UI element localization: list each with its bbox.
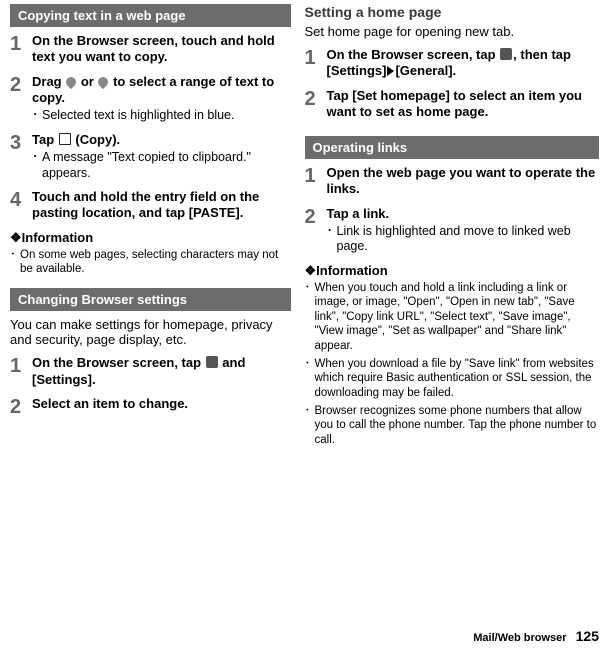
bullet: ･Link is highlighted and move to linked … [327, 224, 600, 255]
step-title: Tap [Set homepage] to select an item you… [327, 88, 600, 121]
info-bullet: ･When you download a file by "Save link"… [305, 357, 600, 400]
step-number: 1 [305, 165, 327, 198]
step-title: Tap (Copy). [32, 132, 291, 148]
step: 1 On the Browser screen, touch and hold … [10, 33, 291, 66]
step-title: Drag or to select a range of text to cop… [32, 74, 291, 107]
bullet-text: Link is highlighted and move to linked w… [337, 224, 600, 255]
step: 1 Open the web page you want to operate … [305, 165, 600, 198]
step-number: 2 [305, 206, 327, 256]
text: Tap [32, 132, 58, 147]
info-bullet: ･When you touch and hold a link includin… [305, 281, 600, 353]
menu-icon [206, 356, 218, 368]
text: On the Browser screen, tap [32, 355, 205, 370]
step-body: Drag or to select a range of text to cop… [32, 74, 291, 124]
info-bullet: ･Browser recognizes some phone numbers t… [305, 404, 600, 447]
step-number: 3 [10, 132, 32, 182]
info-bullet: ･On some web pages, selecting characters… [10, 248, 291, 277]
step-title: Select an item to change. [32, 396, 291, 412]
bullet-text: Selected text is highlighted in blue. [42, 108, 291, 124]
step: 4 Touch and hold the entry field on the … [10, 189, 291, 222]
step: 2 Tap a link. ･Link is highlighted and m… [305, 206, 600, 256]
section-header-operating-links: Operating links [305, 136, 600, 159]
bullet-dot: ･ [327, 224, 337, 255]
info-text: On some web pages, selecting characters … [20, 248, 291, 277]
step: 2 Tap [Set homepage] to select an item y… [305, 88, 600, 121]
bullet-dot: ･ [305, 281, 315, 353]
arrow-right-icon [387, 66, 394, 76]
step-number: 2 [10, 74, 32, 124]
page-footer: Mail/Web browser 125 [473, 628, 599, 644]
page-columns: Copying text in a web page 1 On the Brow… [0, 0, 609, 648]
footer-label: Mail/Web browser [473, 632, 566, 644]
step-number: 4 [10, 189, 32, 222]
step-number: 1 [305, 47, 327, 80]
section-header-copying: Copying text in a web page [10, 4, 291, 27]
text: On the Browser screen, tap [327, 47, 500, 62]
information-heading: ❖Information [10, 230, 291, 246]
step-number: 1 [10, 355, 32, 388]
section-intro: You can make settings for homepage, priv… [10, 317, 291, 347]
step-body: Tap (Copy). ･A message "Text copied to c… [32, 132, 291, 182]
step-body: On the Browser screen, tap , then tap [S… [327, 47, 600, 80]
step-title: On the Browser screen, touch and hold te… [32, 33, 291, 66]
text: (Copy). [72, 132, 120, 147]
bullet-dot: ･ [32, 150, 42, 181]
page-number: 125 [576, 628, 599, 644]
bullet-text: A message "Text copied to clipboard." ap… [42, 150, 291, 181]
section-header-changing-settings: Changing Browser settings [10, 288, 291, 311]
step-number: 2 [305, 88, 327, 121]
section-intro: Set home page for opening new tab. [305, 24, 600, 39]
step: 1 On the Browser screen, tap and [Settin… [10, 355, 291, 388]
bullet-dot: ･ [32, 108, 42, 124]
step: 2 Drag or to select a range of text to c… [10, 74, 291, 124]
subsection-header-homepage: Setting a home page [305, 4, 600, 20]
text: [General]. [395, 63, 456, 78]
step-title: Touch and hold the entry field on the pa… [32, 189, 291, 222]
step-body: Tap a link. ･Link is highlighted and mov… [327, 206, 600, 256]
step-body: Open the web page you want to operate th… [327, 165, 600, 198]
step-body: On the Browser screen, tap and [Settings… [32, 355, 291, 388]
bullet: ･Selected text is highlighted in blue. [32, 108, 291, 124]
bullet: ･A message "Text copied to clipboard." a… [32, 150, 291, 181]
text: or [77, 74, 97, 89]
bullet-dot: ･ [10, 248, 20, 277]
bullet-dot: ･ [305, 357, 315, 400]
step-title: On the Browser screen, tap , then tap [S… [327, 47, 600, 80]
information-heading: ❖Information [305, 263, 600, 279]
step-body: Touch and hold the entry field on the pa… [32, 189, 291, 222]
step: 2 Select an item to change. [10, 396, 291, 417]
step-title: Tap a link. [327, 206, 600, 222]
step: 1 On the Browser screen, tap , then tap … [305, 47, 600, 80]
step-title: On the Browser screen, tap and [Settings… [32, 355, 291, 388]
step-number: 2 [10, 396, 32, 417]
info-text: When you touch and hold a link including… [315, 281, 600, 353]
step-body: On the Browser screen, touch and hold te… [32, 33, 291, 66]
step-body: Tap [Set homepage] to select an item you… [327, 88, 600, 121]
copy-icon [59, 133, 71, 145]
step-title: Open the web page you want to operate th… [327, 165, 600, 198]
text: Drag [32, 74, 65, 89]
step-body: Select an item to change. [32, 396, 291, 417]
bullet-dot: ･ [305, 404, 315, 447]
right-column: Setting a home page Set home page for op… [305, 0, 609, 648]
left-column: Copying text in a web page 1 On the Brow… [0, 0, 305, 648]
info-text: Browser recognizes some phone numbers th… [315, 404, 600, 447]
step-number: 1 [10, 33, 32, 66]
page: Copying text in a web page 1 On the Brow… [0, 0, 609, 648]
info-text: When you download a file by "Save link" … [315, 357, 600, 400]
menu-icon [500, 48, 512, 60]
step: 3 Tap (Copy). ･A message "Text copied to… [10, 132, 291, 182]
